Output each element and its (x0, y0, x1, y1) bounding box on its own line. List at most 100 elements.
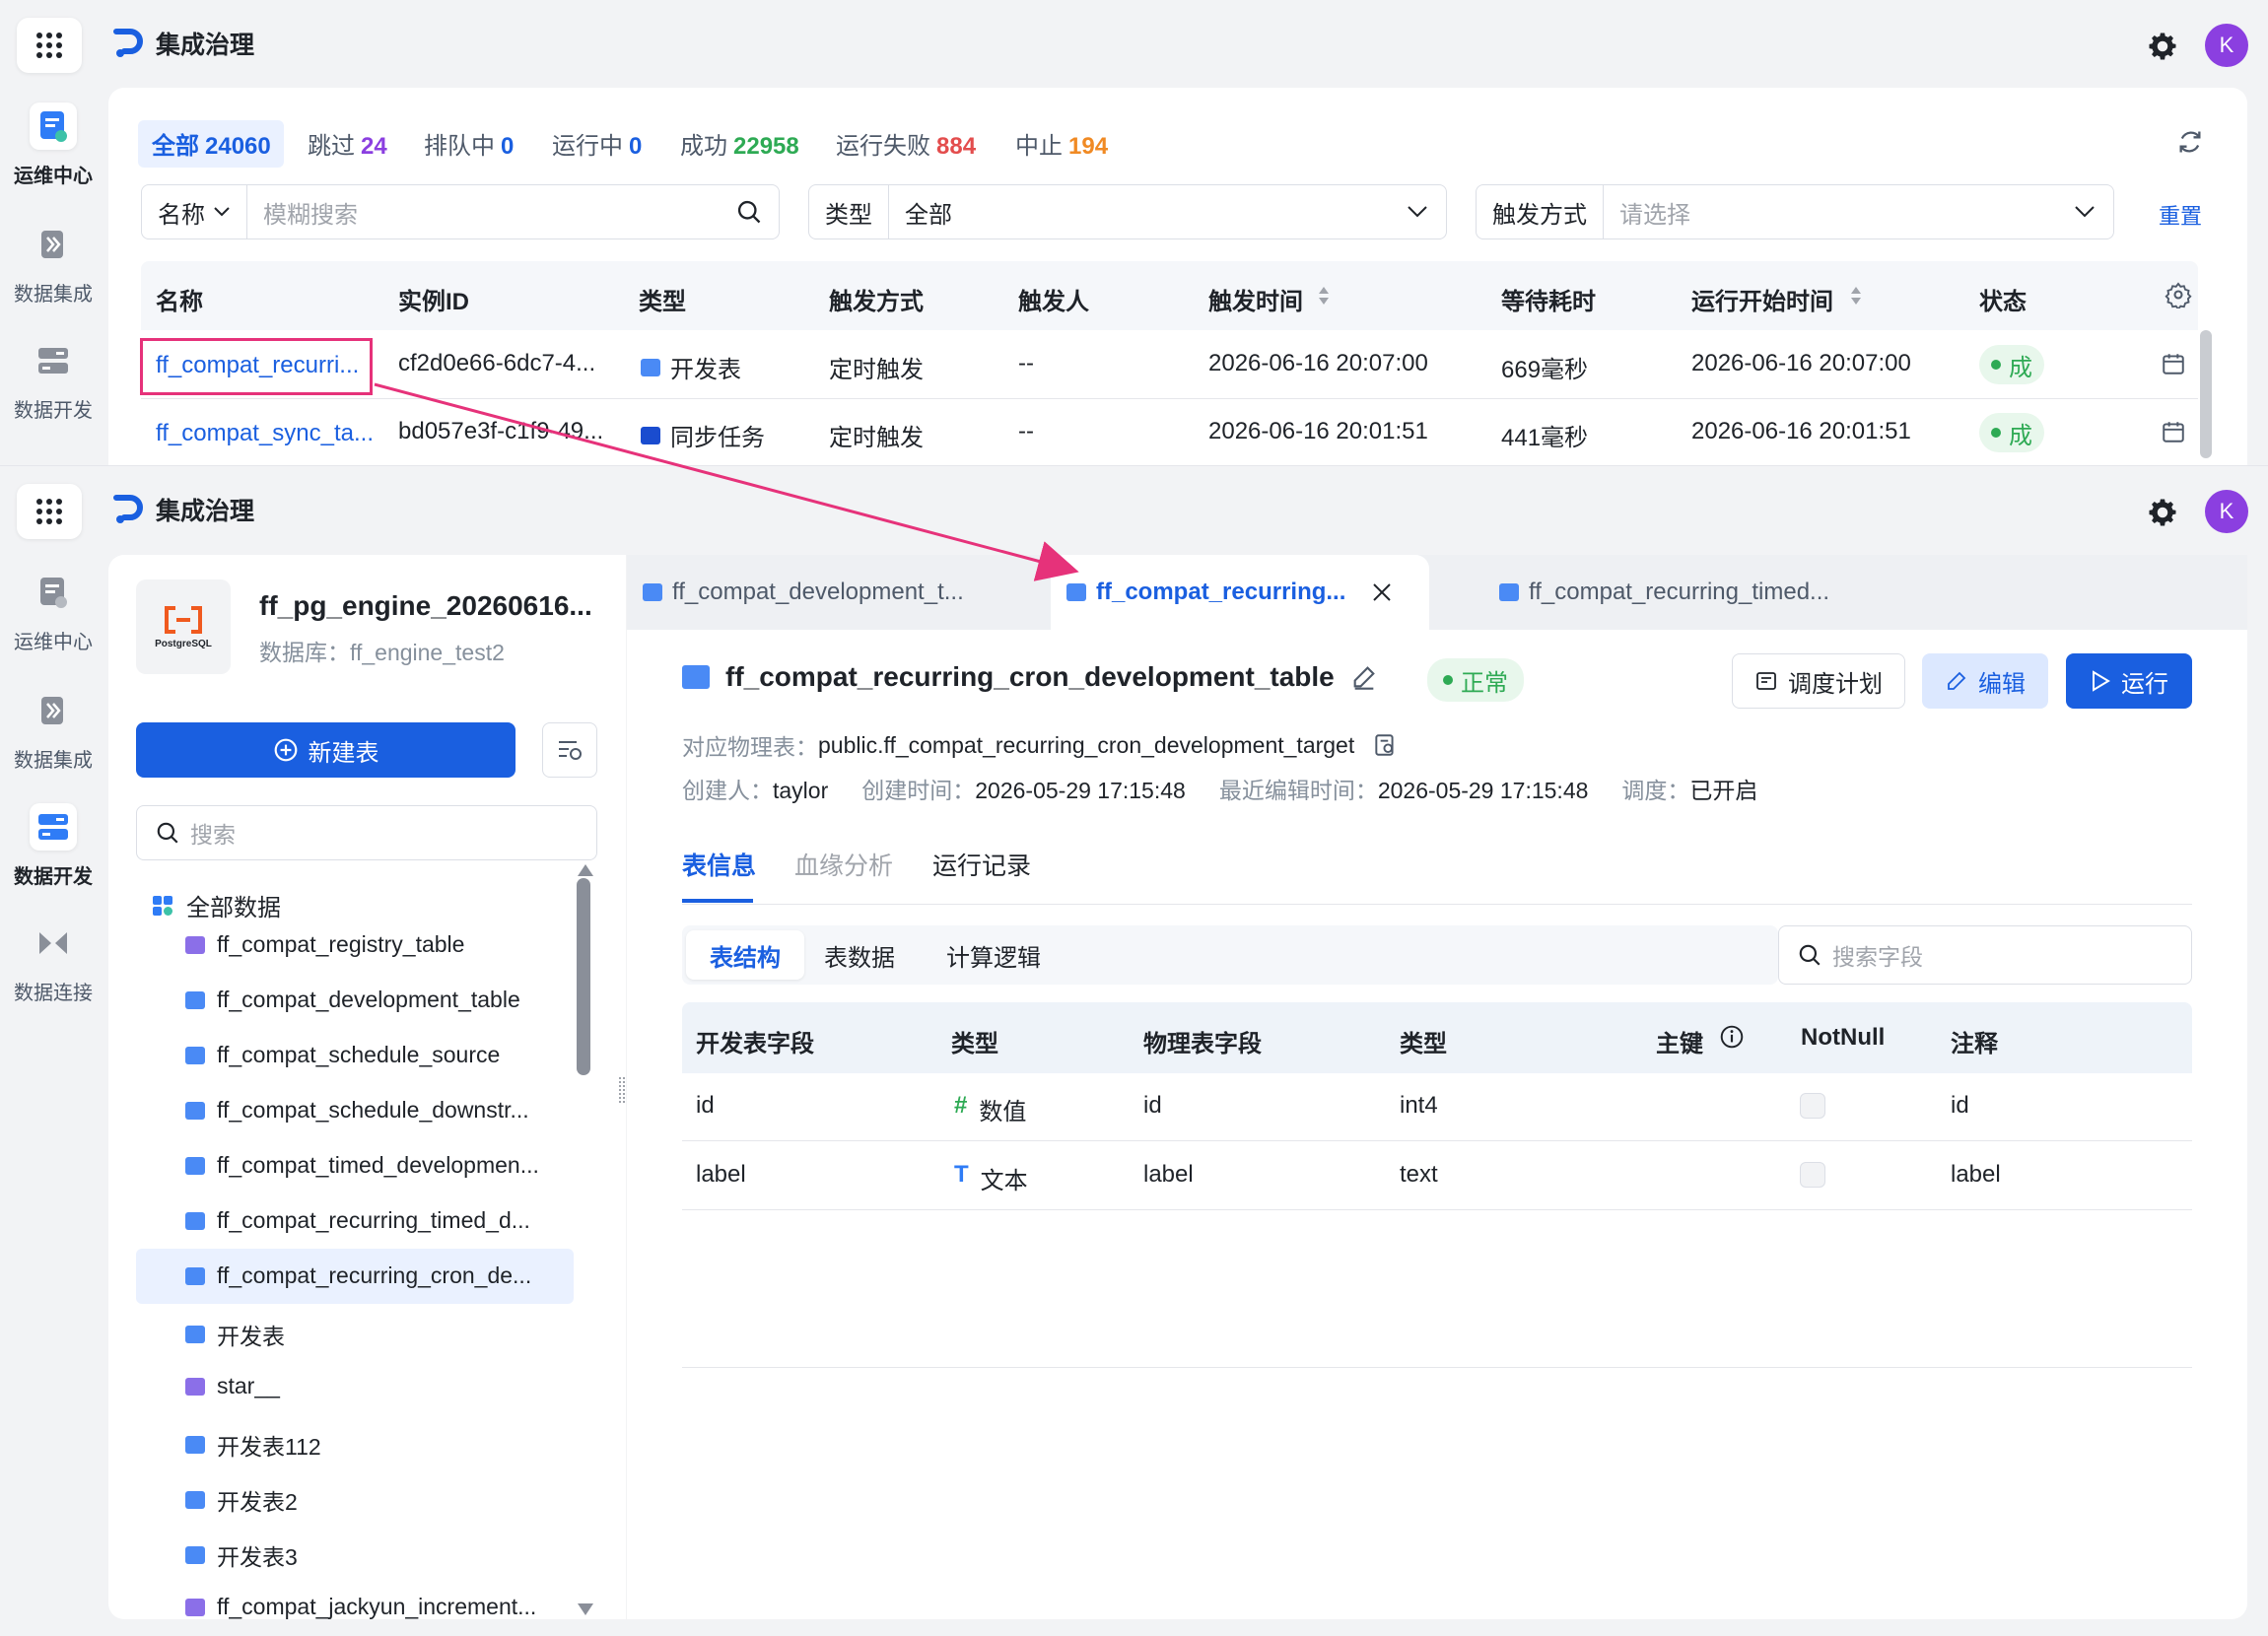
col-phys-type: 类型 (1400, 1031, 1447, 1057)
info-icon[interactable] (1719, 1024, 1745, 1050)
field-search-input[interactable]: 搜索字段 (1778, 925, 2192, 985)
tree-item[interactable]: star__ (185, 1373, 280, 1399)
refresh-icon[interactable] (2176, 128, 2204, 156)
row2-trigger-time: 2026-06-16 20:01:51 (1208, 418, 1428, 444)
subtab-data[interactable]: 表数据 (800, 930, 919, 980)
schedule-plan-button[interactable]: 调度计划 (1732, 653, 1905, 709)
row2-name-link[interactable]: ff_compat_sync_ta... (156, 420, 374, 447)
name-filter: 名称 模糊搜索 (141, 184, 780, 239)
tree-item[interactable]: ff_compat_jackyun_increment... (185, 1594, 536, 1620)
col-start-time[interactable]: 运行开始时间 (1691, 282, 1833, 316)
dev-table-icon (185, 1491, 205, 1509)
tree-item[interactable]: ff_compat_timed_developmen... (185, 1152, 539, 1179)
row1-type: 开发表 (641, 350, 741, 384)
type-filter-label: 类型 (809, 185, 889, 239)
sort-icon[interactable] (1849, 285, 1863, 307)
user-avatar[interactable]: K (2205, 490, 2248, 533)
edit-icon (1948, 671, 1966, 690)
stat-tab-all[interactable]: 全部 24060 (152, 126, 271, 161)
stat-tab-failed[interactable]: 运行失败 884 (836, 126, 976, 161)
stat-tab-success[interactable]: 成功 22958 (680, 126, 799, 161)
col-trigger-time[interactable]: 触发时间 (1208, 282, 1303, 316)
scroll-up-arrow[interactable] (578, 864, 593, 876)
tree-item[interactable]: ff_compat_schedule_source (185, 1042, 500, 1068)
scroll-down-arrow[interactable] (578, 1603, 593, 1615)
sidebar-item-ops[interactable]: 运维中心 (0, 569, 106, 654)
row1-wait: 669毫秒 (1501, 357, 1589, 383)
file-tab-dev[interactable]: ff_compat_development_t... (627, 555, 1041, 630)
trigger-filter[interactable]: 触发方式 请选择 (1476, 184, 2114, 239)
reset-button[interactable]: 重置 (2159, 199, 2202, 231)
field1-notnull-checkbox[interactable] (1800, 1093, 1825, 1119)
top-bar: 集成治理 K (0, 466, 2268, 557)
stat-tab-aborted[interactable]: 中止 194 (1015, 126, 1108, 161)
edit-pencil-icon[interactable] (1350, 663, 1378, 691)
type-filter[interactable]: 类型 全部 (808, 184, 1447, 239)
tree-item[interactable]: ff_compat_development_table (185, 987, 520, 1013)
tree-item[interactable]: 开发表2 (185, 1483, 298, 1517)
search-icon[interactable] (735, 198, 763, 226)
tab-run-records[interactable]: 运行记录 (932, 847, 1031, 882)
tree-item[interactable]: 开发表3 (185, 1538, 298, 1572)
tree-filter-button[interactable] (542, 722, 597, 778)
sidebar-item-develop[interactable]: 数据开发 (0, 803, 106, 889)
tree-item[interactable]: ff_compat_recurring_timed_d... (185, 1207, 530, 1234)
dev-table-icon (185, 1211, 205, 1230)
name-search-input[interactable]: 模糊搜索 (247, 195, 735, 230)
tree-item[interactable]: 开发表112 (185, 1428, 321, 1462)
row1-trigger-time: 2026-06-16 20:07:00 (1208, 350, 1428, 376)
row2-type: 同步任务 (641, 418, 765, 452)
sidebar-item-develop[interactable]: 数据开发 (0, 337, 106, 423)
sidebar-label: 运维中心 (14, 166, 93, 187)
file-tab-active[interactable]: ff_compat_recurring... (1051, 555, 1429, 630)
tab-table-info[interactable]: 表信息 (682, 847, 756, 882)
app-grid-button[interactable] (17, 484, 82, 539)
sort-icon[interactable] (1317, 285, 1331, 307)
tree-root-all-data[interactable]: 全部数据 (151, 888, 281, 922)
tree-item[interactable]: ff_compat_recurring_cron_de... (185, 1262, 531, 1289)
close-icon[interactable] (1371, 581, 1393, 603)
edit-button[interactable]: 编辑 (1922, 653, 2048, 709)
tree-item[interactable]: 开发表 (185, 1318, 285, 1351)
row-divider (682, 1140, 2192, 1141)
plus-circle-icon (274, 738, 297, 762)
column-settings-gear-icon[interactable] (2165, 281, 2192, 308)
tree-item[interactable]: ff_compat_schedule_downstr... (185, 1097, 529, 1124)
settings-gear-icon[interactable] (2145, 29, 2180, 64)
subtab-logic[interactable]: 计算逻辑 (923, 930, 1065, 980)
brand[interactable]: 集成治理 (110, 26, 254, 61)
tree-search-input[interactable]: 搜索 (136, 805, 597, 860)
resize-handle[interactable] (619, 1077, 625, 1103)
calendar-icon[interactable] (2161, 351, 2186, 376)
field2-notnull-checkbox[interactable] (1800, 1162, 1825, 1188)
dev-table-icon (1499, 583, 1519, 601)
app-grid-button[interactable] (17, 18, 82, 73)
postgresql-logo: PostgreSQL (136, 579, 231, 674)
sidebar-label: 数据连接 (14, 983, 93, 1004)
user-avatar[interactable]: K (2205, 24, 2248, 67)
stat-tab-queued[interactable]: 排队中 0 (424, 126, 514, 161)
tree-item[interactable]: ff_compat_registry_table (185, 931, 464, 958)
sidebar-item-integration[interactable]: 数据集成 (0, 687, 106, 773)
sidebar-item-ops[interactable]: 运维中心 (0, 102, 106, 188)
tab-lineage[interactable]: 血缘分析 (794, 847, 893, 882)
run-button[interactable]: 运行 (2066, 653, 2192, 709)
row1-name-link[interactable]: ff_compat_recurri... (156, 352, 359, 379)
stat-tab-skipped[interactable]: 跳过 24 (308, 126, 387, 161)
sidebar-item-connection[interactable]: 数据连接 (0, 920, 106, 1005)
stat-tab-running[interactable]: 运行中 0 (552, 126, 642, 161)
sidebar-item-integration[interactable]: 数据集成 (0, 221, 106, 307)
new-table-button[interactable]: 新建表 (136, 722, 515, 778)
brand[interactable]: 集成治理 (110, 492, 254, 527)
field2-name: label (696, 1161, 746, 1188)
table-scrollbar[interactable] (2200, 330, 2212, 458)
sidebar-label: 数据集成 (14, 750, 93, 772)
subtab-structure[interactable]: 表结构 (686, 930, 804, 980)
tree-scrollbar[interactable] (577, 878, 590, 1075)
settings-gear-icon[interactable] (2145, 495, 2180, 530)
calendar-icon[interactable] (2161, 419, 2186, 444)
file-tab-timed[interactable]: ff_compat_recurring_timed... (1483, 555, 1897, 630)
sidebar-label: 运维中心 (14, 632, 93, 653)
physical-table-detail-icon[interactable] (1372, 732, 1398, 758)
name-filter-select[interactable]: 名称 (142, 185, 247, 239)
